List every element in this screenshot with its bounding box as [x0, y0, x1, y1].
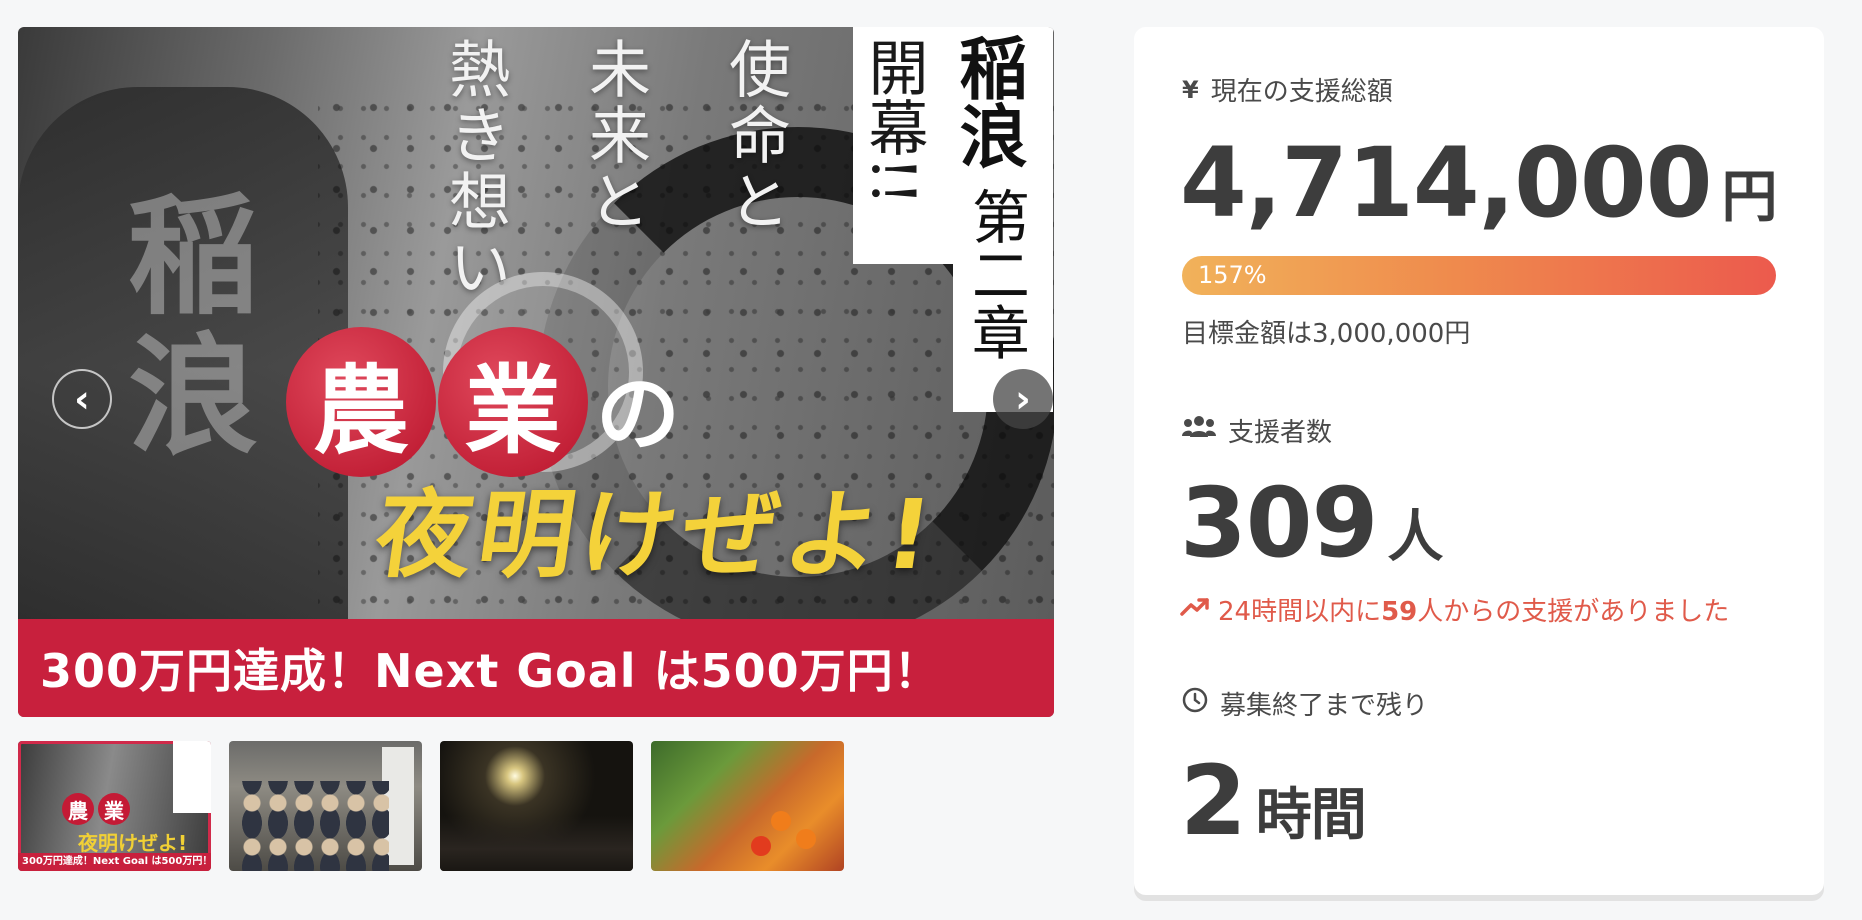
- thumbnail-1[interactable]: 農 業 夜明けぜよ! 300万円達成！Next Goal は500万円！: [18, 741, 211, 871]
- recent-suffix: 人からの支援がありました: [1417, 597, 1730, 627]
- chevron-right-icon: ›: [1015, 377, 1031, 421]
- recent-backers-notice: 24時間以内に59人からの支援がありました: [1180, 591, 1729, 628]
- remaining-time-unit: 時間: [1255, 783, 1367, 848]
- recent-prefix: 24時間以内に: [1218, 597, 1382, 627]
- funding-stats-panel: ¥ 現在の支援総額 4,714,000 円 157% 目標金額は3,000,00…: [1134, 27, 1824, 895]
- remaining-time-value: 2 時間: [1180, 745, 1367, 857]
- title-card: 開幕!! 稲浪 第二章: [853, 27, 1053, 412]
- total-amount-label-row: ¥ 現在の支援総額: [1182, 71, 1393, 108]
- headline-tail: の: [596, 365, 681, 463]
- thumbnail-title-card: [173, 741, 211, 813]
- thumbnail-night-crowd: [440, 816, 633, 871]
- yen-icon: ¥: [1182, 75, 1199, 104]
- backers-label: 支援者数: [1228, 418, 1333, 448]
- jacket-brand-text: 稲浪: [106, 187, 259, 467]
- backers-unit: 人: [1387, 505, 1443, 570]
- thumbnail-headline: 夜明けぜよ!: [78, 831, 188, 855]
- headline-main: 夜明けぜよ!: [368, 479, 945, 591]
- recent-count: 59: [1381, 597, 1418, 627]
- backers-number: 309: [1180, 467, 1378, 579]
- total-amount-unit: 円: [1721, 165, 1778, 230]
- vertical-text-3: 熱き想い: [438, 37, 511, 301]
- remaining-time-number: 2: [1180, 745, 1247, 857]
- vertical-text-2: 未来と: [578, 37, 651, 235]
- remaining-time-label-row: 募集終了まで残り: [1182, 685, 1428, 722]
- chapter-text: 第二章: [961, 187, 1030, 361]
- page: 稲浪 使命と 未来と 熱き想い 開幕!! 稲浪 第二章 農 業 の 夜明けぜよ!…: [0, 0, 1862, 920]
- thumbnail-tomato: [771, 811, 791, 831]
- total-amount-value: 4,714,000 円: [1180, 127, 1778, 239]
- headline-ball-1: 農: [286, 327, 436, 477]
- main-project-image[interactable]: 稲浪 使命と 未来と 熱き想い 開幕!! 稲浪 第二章 農 業 の 夜明けぜよ!…: [18, 27, 1054, 717]
- thumbnail-4[interactable]: [651, 741, 844, 871]
- next-image-button[interactable]: ›: [993, 369, 1053, 429]
- headline-ball-2: 業: [438, 327, 588, 477]
- thumbnail-group-photo: [239, 781, 389, 871]
- funding-progress-fill: 157%: [1182, 256, 1776, 295]
- thumbnail-ball-2: 業: [98, 793, 130, 825]
- total-amount-number: 4,714,000: [1180, 127, 1713, 239]
- kaimaku-text: 開幕!!: [858, 37, 928, 206]
- backers-label-row: 支援者数: [1182, 412, 1332, 449]
- goal-banner: 300万円達成！Next Goal は500万円！: [18, 619, 1054, 717]
- goal-amount-text: 目標金額は3,000,000円: [1182, 319, 1471, 349]
- previous-image-button[interactable]: ‹: [52, 369, 112, 429]
- vertical-text-1: 使命と: [718, 37, 791, 235]
- thumbnail-tomato: [796, 829, 816, 849]
- brand-logo-text: 稲浪: [947, 33, 1027, 169]
- users-icon: [1182, 415, 1216, 446]
- thumbnail-2[interactable]: [229, 741, 422, 871]
- thumbnail-ball-1: 農: [62, 793, 94, 825]
- thumbnail-tomato: [751, 836, 771, 856]
- trending-up-icon: [1180, 595, 1210, 625]
- backers-value: 309 人: [1180, 467, 1443, 579]
- clock-icon: [1182, 687, 1208, 720]
- thumbnail-banner: 300万円達成！Next Goal は500万円！: [18, 853, 211, 871]
- total-amount-label: 現在の支援総額: [1210, 77, 1393, 107]
- thumbnail-strip: 農 業 夜明けぜよ! 300万円達成！Next Goal は500万円！: [18, 741, 844, 871]
- thumbnail-3[interactable]: [440, 741, 633, 871]
- funding-progress-bar: 157%: [1182, 256, 1776, 295]
- chevron-left-icon: ‹: [74, 377, 90, 421]
- remaining-time-label: 募集終了まで残り: [1220, 691, 1429, 721]
